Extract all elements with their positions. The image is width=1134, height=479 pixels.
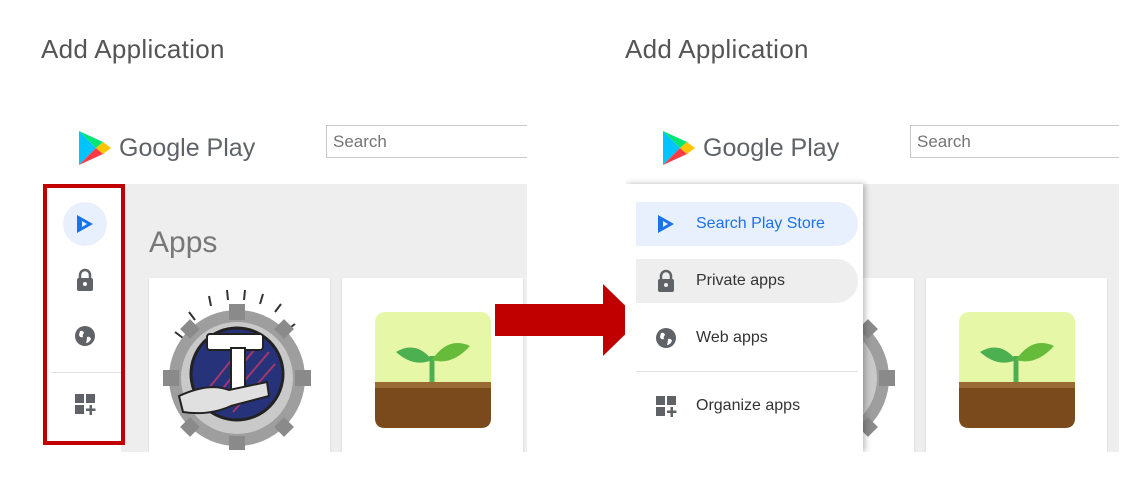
drawer-item-private-apps[interactable]: Private apps — [636, 259, 858, 303]
google-play-logo-icon — [663, 131, 695, 165]
drawer-item-label: Search Play Store — [696, 215, 825, 232]
brand-name: Google Play — [119, 134, 256, 162]
drawer-item-search-play-store[interactable]: Search Play Store — [636, 202, 858, 246]
drawer-divider — [636, 371, 858, 372]
globe-icon — [656, 328, 676, 348]
page-title-left: Add Application — [41, 34, 225, 64]
play-store-icon — [658, 215, 674, 233]
drawer-item-web-apps[interactable]: Web apps — [636, 316, 858, 360]
drawer-item-label: Organize apps — [696, 397, 801, 414]
search-input[interactable] — [326, 125, 527, 158]
lock-icon — [658, 269, 674, 292]
play-panel-right: Google Play Search Search Play Store Pri… — [625, 116, 1119, 452]
section-title: Apps — [149, 226, 218, 259]
play-topbar: Google Play — [41, 116, 527, 184]
app-card[interactable] — [149, 278, 330, 452]
drawer-item-label: Private apps — [696, 272, 785, 289]
play-topbar: Google Play — [625, 116, 1119, 184]
play-panel-left: Google Play Apps — [41, 116, 527, 452]
sprout-app-icon — [959, 312, 1075, 428]
page-title-right: Add Application — [625, 34, 809, 64]
gear-hammer-app-icon — [163, 289, 311, 450]
brand-name: Google Play — [703, 134, 840, 162]
drawer-item-organize-apps[interactable]: Organize apps — [636, 384, 858, 428]
search-input[interactable] — [910, 125, 1119, 158]
drawer-item-label: Web apps — [696, 329, 768, 346]
highlight-box — [43, 184, 125, 445]
app-card[interactable] — [926, 278, 1107, 452]
right-arrow-icon — [495, 284, 640, 356]
google-play-logo-icon — [79, 131, 111, 165]
organize-apps-icon — [656, 396, 677, 417]
navigation-drawer: Search Play Store Private apps Web apps … — [625, 184, 863, 452]
